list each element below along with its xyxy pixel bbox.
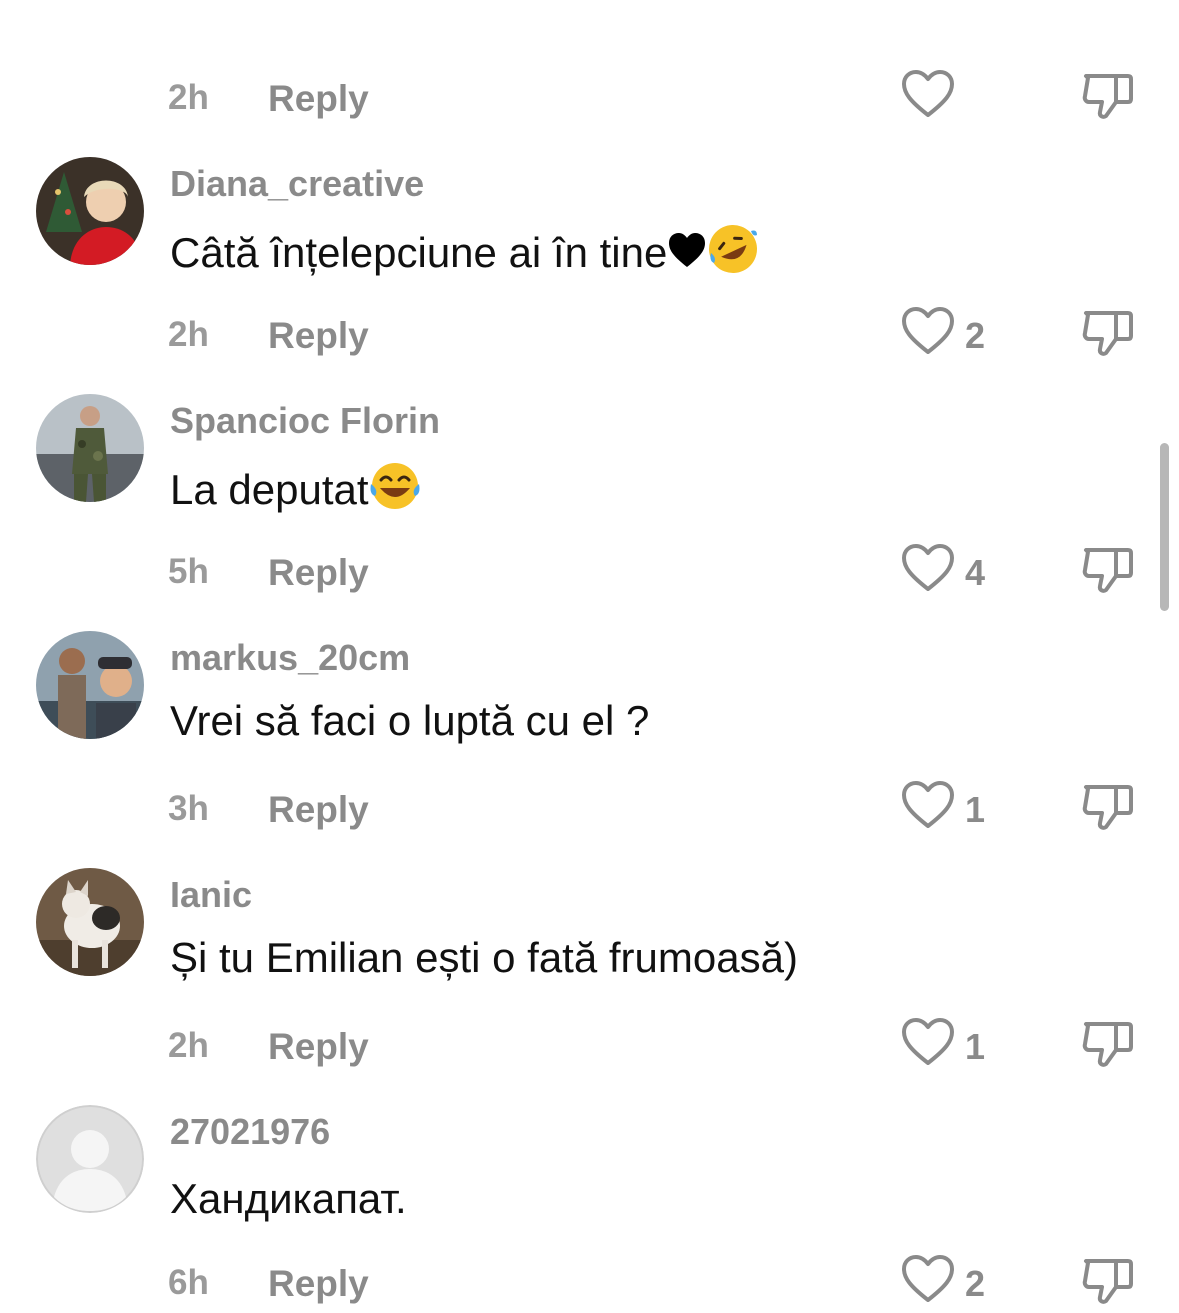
avatar[interactable]: [36, 157, 144, 265]
heart-outline-icon[interactable]: [900, 542, 956, 594]
avatar[interactable]: [36, 631, 144, 739]
comment-actions-2: 5h Reply 4: [0, 542, 1179, 602]
comment-text: Câtă înțelepciune ai în tine: [170, 223, 759, 277]
reply-button[interactable]: Reply: [268, 1263, 369, 1305]
rolling-laughing-emoji: [709, 225, 758, 273]
thumbs-down-outline-icon[interactable]: [1080, 305, 1136, 357]
thumbs-down-outline-icon[interactable]: [1080, 68, 1136, 120]
thumbs-down-outline-icon[interactable]: [1080, 1253, 1136, 1305]
like-count: 1: [965, 789, 986, 830]
comment-username[interactable]: 27021976: [170, 1111, 330, 1153]
thumbs-down-outline-icon[interactable]: [1080, 542, 1136, 594]
comment-username[interactable]: markus_20cm: [170, 637, 410, 679]
tears-of-joy-emoji: [370, 463, 420, 509]
avatar[interactable]: [36, 394, 144, 502]
heart-outline-icon[interactable]: [900, 68, 956, 120]
avatar[interactable]: [36, 868, 144, 976]
comment-text: Și tu Emilian ești o fată frumoasă): [170, 934, 798, 981]
like-count: 4: [965, 552, 986, 593]
comment-time: 3h: [168, 789, 209, 828]
reply-button[interactable]: Reply: [268, 78, 369, 120]
scrollbar[interactable]: [1160, 443, 1169, 611]
reply-button[interactable]: Reply: [268, 1026, 369, 1068]
heart-outline-icon[interactable]: [900, 1253, 956, 1305]
reply-button[interactable]: Reply: [268, 789, 369, 831]
comment-actions-1: 2h Reply 2: [0, 305, 1179, 365]
heart-outline-icon[interactable]: [900, 305, 956, 357]
comment-item: markus_20cm Vrei să faci o luptă cu el ?: [0, 631, 1179, 744]
comment-item: Diana_creative Câtă înțelepciune ai în t…: [0, 157, 1179, 276]
thumbs-down-outline-icon[interactable]: [1080, 779, 1136, 831]
comment-item: 27021976 Хандикапат.: [0, 1105, 1179, 1222]
reply-button[interactable]: Reply: [268, 315, 369, 357]
avatar[interactable]: [36, 1105, 144, 1213]
comment-actions-5: 6h Reply 2: [0, 1253, 1179, 1313]
comment-time: 2h: [168, 1026, 209, 1065]
comment-actions-4: 2h Reply 1: [0, 1016, 1179, 1076]
like-count: 1: [965, 1026, 986, 1067]
black-heart-icon: [669, 233, 706, 267]
comment-time: 5h: [168, 552, 209, 591]
comment-item: Ianic Și tu Emilian ești o fată frumoasă…: [0, 868, 1179, 981]
thumbs-down-outline-icon[interactable]: [1080, 1016, 1136, 1068]
comment-username[interactable]: Spancioc Florin: [170, 400, 440, 442]
comment-actions-0: 2h Reply: [0, 68, 1179, 128]
heart-outline-icon[interactable]: [900, 779, 956, 831]
comment-time: 2h: [168, 315, 209, 354]
comment-actions-3: 3h Reply 1: [0, 779, 1179, 839]
like-count: 2: [965, 1263, 986, 1304]
comment-text: Vrei să faci o luptă cu el ?: [170, 697, 650, 744]
comment-text: Хандикапат.: [170, 1175, 407, 1222]
comment-time: 6h: [168, 1263, 209, 1302]
comment-time: 2h: [168, 78, 209, 117]
reply-button[interactable]: Reply: [268, 552, 369, 594]
comment-item: Spancioc Florin La deputat: [0, 394, 1179, 513]
comment-text: La deputat: [170, 460, 421, 514]
like-count: 2: [965, 315, 986, 356]
comment-username[interactable]: Ianic: [170, 874, 252, 916]
comment-username[interactable]: Diana_creative: [170, 163, 424, 205]
heart-outline-icon[interactable]: [900, 1016, 956, 1068]
